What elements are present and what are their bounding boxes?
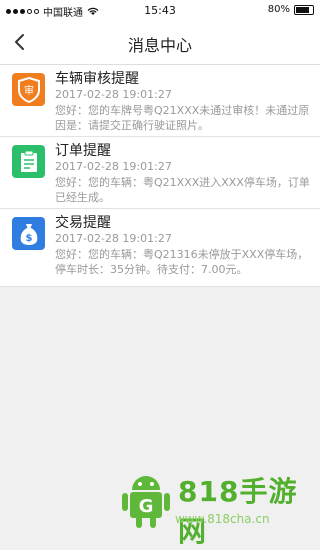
shield-audit-icon: 审: [12, 73, 45, 106]
watermark-url: www.818cha.cn: [175, 512, 270, 526]
watermark-brand: 818手游网: [178, 475, 298, 548]
battery-percent: 80%: [267, 4, 290, 15]
message-title: 车辆审核提醒: [55, 71, 139, 87]
message-time: 2017-02-28 19:01:27: [55, 232, 172, 245]
message-time: 2017-02-28 19:01:27: [55, 88, 172, 101]
money-bag-icon: $: [12, 217, 45, 250]
svg-text:$: $: [25, 233, 32, 244]
message-time: 2017-02-28 19:01:27: [55, 160, 172, 173]
message-body: 您好：您的车牌号粤Q21XXX未通过审核！未通过原因是：请提交正确行驶证照片。: [55, 104, 310, 132]
svg-text:审: 审: [24, 84, 34, 97]
status-right: 80%: [268, 4, 314, 15]
android-logo-icon: G: [122, 476, 170, 528]
svg-text:G: G: [139, 496, 154, 517]
status-bar: 中国联通 15:43 80%: [0, 0, 320, 20]
message-item-audit[interactable]: 审 车辆审核提醒 2017-02-28 19:01:27 您好：您的车牌号粤Q2…: [0, 65, 320, 137]
message-list: 审 车辆审核提醒 2017-02-28 19:01:27 您好：您的车牌号粤Q2…: [0, 65, 320, 287]
nav-bar: 消息中心: [0, 20, 320, 65]
message-title: 订单提醒: [55, 143, 111, 159]
message-title: 交易提醒: [55, 215, 111, 231]
battery-icon: [294, 4, 314, 15]
message-body: 您好：您的车辆：粤Q21XXX进入XXX停车场，订单已经生成。: [55, 176, 310, 204]
message-body: 您好：您的车辆：粤Q21316未停放于XXX停车场，停车时长：35分钟。待支付：…: [55, 248, 309, 276]
page-title: 消息中心: [127, 36, 192, 55]
message-item-transaction[interactable]: $ 交易提醒 2017-02-28 19:01:27 您好：您的车辆：粤Q213…: [0, 209, 320, 287]
clipboard-icon: [12, 145, 45, 178]
message-item-order[interactable]: 订单提醒 2017-02-28 19:01:27 您好：您的车辆：粤Q21XXX…: [0, 137, 320, 209]
